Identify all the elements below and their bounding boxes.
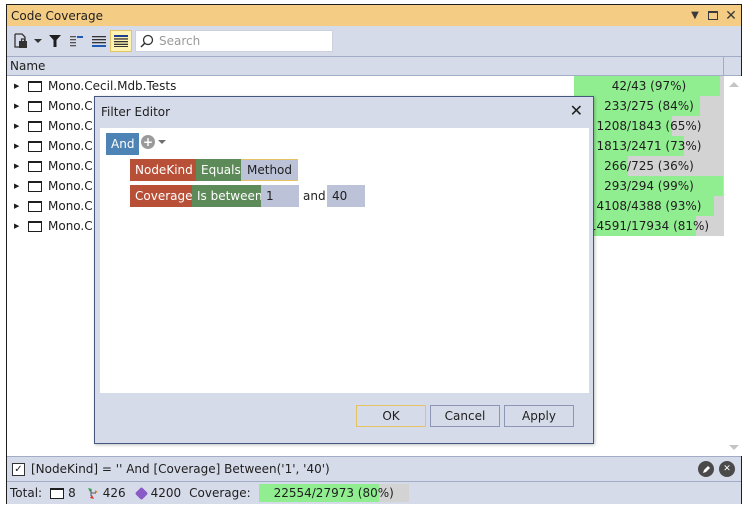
- scroll-down-icon[interactable]: [729, 445, 739, 450]
- filter-button[interactable]: [44, 30, 66, 52]
- scroll-up-icon[interactable]: [729, 82, 739, 87]
- export-icon: [14, 33, 27, 48]
- total-label: Total:: [10, 486, 43, 500]
- close-icon[interactable]: ✕: [723, 8, 739, 24]
- expand-arrow-icon[interactable]: ▶: [14, 102, 22, 110]
- search-icon: [140, 34, 154, 48]
- clear-filter-button[interactable]: ✕: [719, 461, 735, 477]
- dialog-close-icon[interactable]: ✕: [570, 101, 583, 120]
- project-icon: [28, 160, 42, 172]
- pencil-icon: [702, 465, 710, 473]
- list-medium-icon: [92, 36, 106, 47]
- search-box[interactable]: [135, 30, 333, 52]
- group-operator-chip[interactable]: And: [106, 133, 140, 155]
- type-icon: [134, 486, 148, 500]
- coverage-text: 1813/2471 (73%): [596, 139, 702, 153]
- coverage-bar: 1208/1843 (65%): [574, 116, 724, 136]
- coverage-text: 14591/17934 (81%): [588, 219, 710, 233]
- expand-arrow-icon[interactable]: ▶: [14, 142, 22, 150]
- coverage-label: Coverage:: [189, 486, 251, 500]
- condition-field-chip[interactable]: Coverage: [130, 185, 198, 207]
- expand-arrow-icon[interactable]: ▶: [14, 162, 22, 170]
- condition-value-from-chip[interactable]: 1: [261, 185, 299, 207]
- coverage-text: 233/275 (84%): [604, 99, 694, 113]
- condition-field-chip[interactable]: NodeKind: [130, 159, 198, 181]
- chevron-down-icon: [34, 39, 42, 43]
- filter-editor-dialog: Filter Editor ✕ And + NodeKind Equals Me…: [94, 96, 594, 444]
- close-icon: ✕: [723, 464, 731, 474]
- project-icon: [28, 140, 42, 152]
- coverage-bar: 293/294 (99%): [574, 176, 724, 196]
- namespace-icon: [87, 488, 98, 499]
- project-icon: [50, 487, 65, 499]
- expand-arrow-icon[interactable]: ▶: [14, 122, 22, 130]
- project-icon: [28, 120, 42, 132]
- cancel-button[interactable]: Cancel: [430, 405, 500, 427]
- project-icon: [28, 220, 42, 232]
- type-count: 4200: [150, 486, 182, 500]
- maximize-icon[interactable]: [705, 8, 721, 24]
- window-title: Code Coverage: [11, 8, 104, 23]
- total-coverage-bar: 22554/27973 (80%): [258, 484, 409, 502]
- expand-arrow-icon[interactable]: ▶: [14, 202, 22, 210]
- plus-icon: +: [141, 135, 155, 149]
- filter-enabled-checkbox[interactable]: ✓: [12, 462, 25, 476]
- expand-arrow-icon[interactable]: ▶: [14, 182, 22, 190]
- view-medium-button[interactable]: [88, 30, 110, 52]
- coverage-bar: 4108/4388 (93%): [574, 196, 724, 216]
- total-coverage-text: 22554/27973 (80%): [273, 486, 394, 500]
- project-count: 8: [68, 486, 76, 500]
- expand-arrow-icon[interactable]: ▶: [14, 82, 22, 90]
- coverage-text: 293/294 (99%): [604, 179, 694, 193]
- namespace-count: 426: [102, 486, 126, 500]
- coverage-text: 266/725 (36%): [604, 159, 694, 173]
- column-header-row: Name: [7, 56, 741, 76]
- filter-expression: [NodeKind] = '' And [Coverage] Between('…: [31, 462, 330, 476]
- toolbar: [7, 26, 741, 56]
- condition-operator-chip[interactable]: Equals: [196, 159, 246, 181]
- column-header-name[interactable]: Name: [10, 59, 45, 73]
- filter-tree: And + NodeKind Equals Method Coverage Is…: [100, 128, 589, 393]
- vertical-scrollbar[interactable]: [725, 76, 742, 456]
- condition-value-to-chip[interactable]: 40: [327, 185, 365, 207]
- coverage-bar: 266/725 (36%): [574, 156, 724, 176]
- list-compact-icon: [70, 36, 83, 47]
- coverage-text: 4108/4388 (93%): [596, 199, 702, 213]
- filter-bar: ✓ [NodeKind] = '' And [Coverage] Between…: [7, 456, 741, 482]
- export-button[interactable]: [10, 30, 32, 52]
- tree-row[interactable]: ▶ Mono.Cecil.Mdb.Tests 42/43 (97%): [7, 76, 725, 96]
- project-icon: [28, 80, 42, 92]
- coverage-text: 42/43 (97%): [611, 79, 687, 93]
- condition-operator-chip[interactable]: Is between: [192, 185, 268, 207]
- view-compact-button[interactable]: [66, 30, 88, 52]
- view-full-button[interactable]: [110, 30, 132, 52]
- project-icon: [28, 100, 42, 112]
- title-bar: Code Coverage ▼ ✕: [7, 5, 741, 26]
- coverage-bar: 233/275 (84%): [574, 96, 724, 116]
- search-input[interactable]: [159, 34, 329, 48]
- ok-button[interactable]: OK: [356, 405, 426, 427]
- status-bar: Total: 8 426 4200 Coverage: 22554/27973 …: [7, 482, 741, 504]
- add-condition-button[interactable]: +: [141, 135, 166, 149]
- edit-filter-button[interactable]: [698, 461, 714, 477]
- coverage-bar: 14591/17934 (81%): [574, 216, 724, 236]
- column-separator: [723, 57, 724, 75]
- filter-icon: [49, 35, 61, 47]
- project-icon: [28, 200, 42, 212]
- between-joiner-label: and: [303, 189, 326, 203]
- window-menu-dropdown-icon[interactable]: ▼: [687, 8, 703, 24]
- dialog-title: Filter Editor: [101, 105, 171, 119]
- coverage-bar: 1813/2471 (73%): [574, 136, 724, 156]
- condition-value-chip[interactable]: Method: [241, 159, 299, 181]
- expand-arrow-icon[interactable]: ▶: [14, 222, 22, 230]
- coverage-text: 1208/1843 (65%): [596, 119, 702, 133]
- export-dropdown-button[interactable]: [32, 30, 44, 52]
- chevron-down-icon: [158, 140, 166, 144]
- apply-button[interactable]: Apply: [504, 405, 574, 427]
- coverage-bar: 42/43 (97%): [574, 76, 724, 96]
- project-icon: [28, 180, 42, 192]
- list-full-icon: [114, 35, 128, 47]
